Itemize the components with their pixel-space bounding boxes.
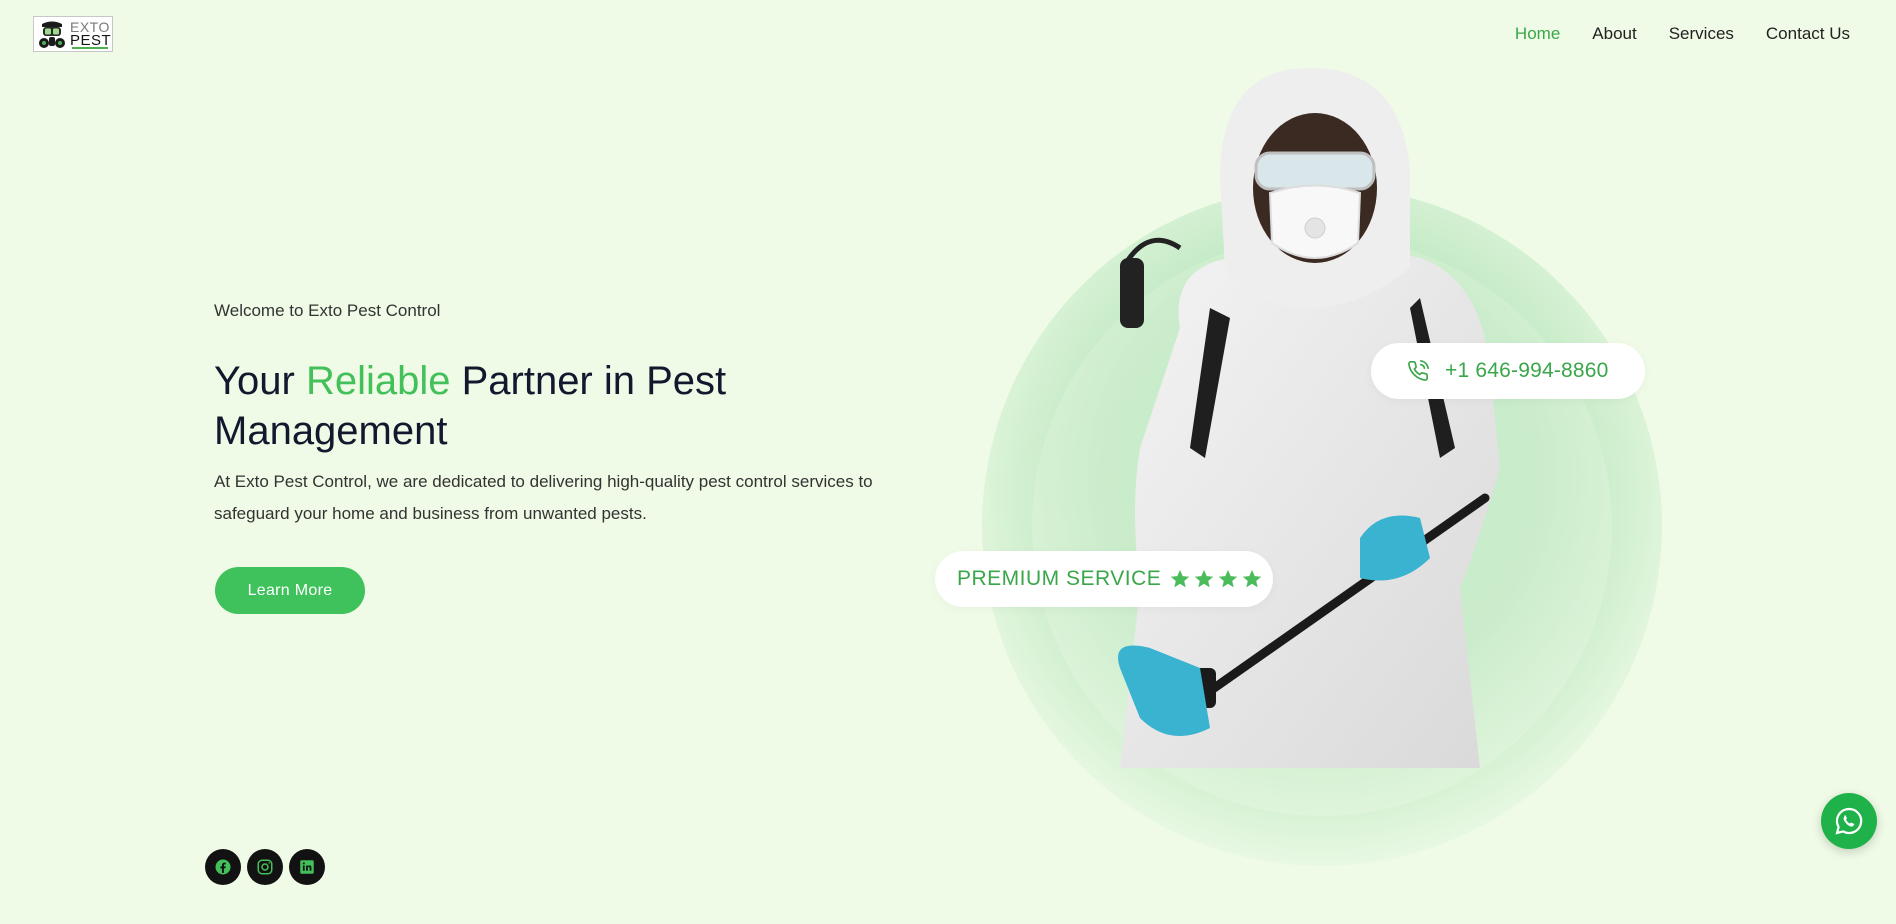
logo-underline xyxy=(72,47,108,49)
phone-number: +1 646-994-8860 xyxy=(1445,359,1609,382)
hero-title-accent: Reliable xyxy=(305,359,451,403)
whatsapp-icon xyxy=(1835,807,1863,835)
social-links xyxy=(205,849,325,885)
pest-control-worker-image xyxy=(1118,68,1500,768)
facebook-link[interactable] xyxy=(205,849,241,885)
premium-service-badge: PREMIUM SERVICE xyxy=(935,551,1273,607)
nav-home[interactable]: Home xyxy=(1515,24,1560,44)
facebook-icon xyxy=(215,859,231,875)
star-icon xyxy=(1195,569,1214,588)
gas-mask-icon xyxy=(39,21,65,48)
whatsapp-button[interactable] xyxy=(1821,793,1877,849)
instagram-icon xyxy=(257,859,273,875)
main-nav: Home About Services Contact Us xyxy=(1515,0,1850,68)
instagram-link[interactable] xyxy=(247,849,283,885)
star-icon xyxy=(1171,569,1190,588)
nav-services[interactable]: Services xyxy=(1669,24,1734,44)
site-header: EXTO PEST Home About Services Contact Us xyxy=(0,0,1896,68)
logo-wordmark-bottom: PEST xyxy=(70,32,112,49)
phone-icon xyxy=(1408,360,1429,381)
learn-more-button[interactable]: Learn More xyxy=(215,567,365,614)
premium-service-label: PREMIUM SERVICE xyxy=(957,567,1162,590)
linkedin-link[interactable] xyxy=(289,849,325,885)
nav-about[interactable]: About xyxy=(1592,24,1636,44)
phone-badge[interactable]: +1 646-994-8860 xyxy=(1371,343,1645,399)
hero-title: Your Reliable Partner in Pest Management xyxy=(214,356,854,456)
hero-title-start: Your xyxy=(214,359,306,403)
linkedin-icon xyxy=(300,860,314,874)
star-icon xyxy=(1243,569,1262,588)
hero-description: At Exto Pest Control, we are dedicated t… xyxy=(214,472,873,523)
rating-stars xyxy=(1169,568,1263,590)
logo[interactable]: EXTO PEST xyxy=(33,16,113,52)
hero-subtitle: Welcome to Exto Pest Control xyxy=(214,301,441,320)
nav-contact[interactable]: Contact Us xyxy=(1766,24,1850,44)
star-icon xyxy=(1219,569,1238,588)
